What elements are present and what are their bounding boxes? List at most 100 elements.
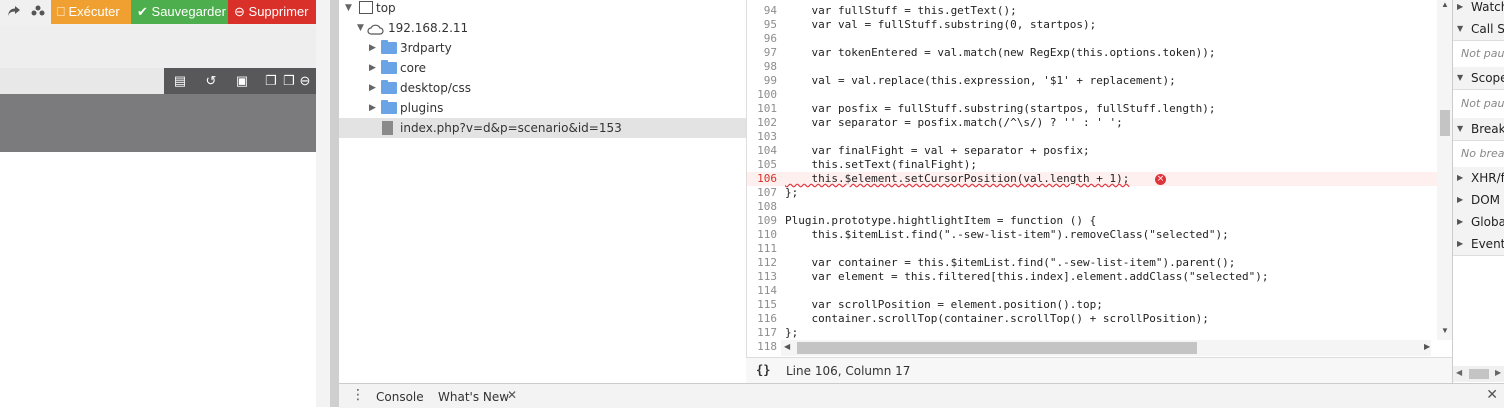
- code-line: var scrollPosition = element.position().…: [785, 298, 1103, 311]
- line-number[interactable]: 113: [747, 270, 777, 284]
- section-global[interactable]: ▶ Global: [1453, 211, 1504, 234]
- line-number[interactable]: 103: [747, 130, 777, 144]
- tree-item-host[interactable]: ▼ 192.168.2.11: [339, 18, 746, 38]
- line-number[interactable]: 110: [747, 228, 777, 242]
- tree-item-3rdparty[interactable]: ▶ 3rdparty: [339, 38, 746, 58]
- code-line: var fullStuff = this.getText();: [785, 4, 1017, 17]
- scroll-left-icon[interactable]: ◀: [1456, 368, 1462, 377]
- tree-item-desktop-css[interactable]: ▶ desktop/css: [339, 78, 746, 98]
- line-number[interactable]: 116: [747, 312, 777, 326]
- splitter-line: [330, 0, 339, 407]
- line-number[interactable]: 107: [747, 186, 777, 200]
- tab-console[interactable]: Console: [376, 390, 424, 404]
- scroll-down-icon[interactable]: ▼: [1441, 326, 1449, 335]
- folder-icon: [381, 40, 397, 54]
- users-icon[interactable]: [26, 0, 50, 24]
- code-line: container.scrollTop(container.scrollTop(…: [785, 312, 1209, 325]
- line-number[interactable]: 106: [747, 172, 777, 186]
- section-call-stack[interactable]: ▼ Call St: [1453, 18, 1504, 41]
- tree-item-index-php[interactable]: index.php?v=d&p=scenario&id=153: [339, 118, 746, 138]
- scope-empty: Not paus: [1461, 97, 1504, 110]
- code-line: this.setText(finalFight);: [785, 158, 978, 171]
- sidebar-hscrollbar[interactable]: ◀ ▶: [1453, 366, 1504, 382]
- line-number[interactable]: 112: [747, 256, 777, 270]
- line-number[interactable]: 114: [747, 284, 777, 298]
- line-number[interactable]: 117: [747, 326, 777, 340]
- code-line: var val = fullStuff.substring(0, startpo…: [785, 18, 1097, 31]
- line-number[interactable]: 95: [747, 18, 777, 32]
- section-watch[interactable]: ▶ Watch: [1453, 0, 1504, 19]
- chevron-down-icon: ▼: [345, 3, 352, 13]
- scroll-right-icon[interactable]: ▶: [1424, 342, 1430, 351]
- sidebar-scroll-thumb[interactable]: [1469, 369, 1489, 379]
- breakpoints-empty: No break: [1461, 147, 1504, 160]
- delete-button[interactable]: ⊖ Supprimer: [228, 0, 325, 24]
- tab-whats-new[interactable]: What's New: [438, 390, 509, 404]
- execute-button[interactable]: ⎕ Exécuter: [51, 0, 141, 24]
- save-label: Sauvegarder: [151, 4, 226, 19]
- pretty-print-icon[interactable]: {}: [756, 363, 770, 377]
- code-line: };: [785, 326, 799, 339]
- tree-label: top: [376, 1, 396, 15]
- line-number[interactable]: 108: [747, 200, 777, 214]
- line-number[interactable]: 115: [747, 298, 777, 312]
- line-number[interactable]: 99: [747, 74, 777, 88]
- execute-label: Exécuter: [68, 4, 120, 19]
- line-number[interactable]: 101: [747, 102, 777, 116]
- share-icon[interactable]: [2, 0, 26, 24]
- section-dom[interactable]: ▶ DOM B: [1453, 189, 1504, 212]
- cursor-position: Line 106, Column 17: [786, 364, 911, 378]
- close-drawer-icon[interactable]: ✕: [1486, 387, 1498, 403]
- chevron-right-icon: ▶: [1457, 195, 1464, 204]
- check-circle-icon: ✔: [137, 4, 148, 19]
- section-scope[interactable]: ▼ Scope: [1453, 67, 1504, 90]
- error-icon[interactable]: ×: [1155, 174, 1166, 185]
- vertical-scroll-thumb[interactable]: [1440, 110, 1450, 136]
- tree-item-top[interactable]: ▼ top: [339, 0, 746, 18]
- minus-circle-icon[interactable]: ⊖: [294, 68, 316, 94]
- chevron-right-icon: ▶: [1457, 173, 1464, 182]
- scroll-left-icon[interactable]: ◀: [784, 342, 790, 351]
- chevron-right-icon: ▶: [1457, 2, 1464, 11]
- line-number[interactable]: 98: [747, 60, 777, 74]
- save-button[interactable]: ✔ Sauvegarder: [131, 0, 238, 24]
- history-icon[interactable]: ↺: [200, 68, 222, 94]
- line-number[interactable]: 102: [747, 116, 777, 130]
- section-label: DOM B: [1471, 193, 1504, 207]
- tree-item-core[interactable]: ▶ core: [339, 58, 746, 78]
- section-label: Scope: [1471, 71, 1504, 85]
- splitter[interactable]: [316, 0, 330, 407]
- horizontal-scroll-thumb[interactable]: [797, 342, 1197, 354]
- line-number[interactable]: 109: [747, 214, 777, 228]
- delete-label: Supprimer: [248, 4, 309, 19]
- scroll-right-icon[interactable]: ▶: [1495, 368, 1501, 377]
- section-xhr[interactable]: ▶ XHR/fe: [1453, 167, 1504, 190]
- section-label: Call St: [1471, 22, 1504, 36]
- line-number[interactable]: 94: [747, 4, 777, 18]
- minus-circle-icon: ⊖: [234, 4, 245, 19]
- line-number[interactable]: 118: [747, 340, 777, 354]
- line-number[interactable]: 104: [747, 144, 777, 158]
- more-vertical-icon[interactable]: ⋮: [351, 387, 365, 403]
- section-event[interactable]: ▶ Event: [1453, 233, 1504, 256]
- section-breakpoints[interactable]: ▼ Breakp: [1453, 118, 1504, 141]
- tree-label: core: [400, 61, 426, 75]
- line-number[interactable]: 105: [747, 158, 777, 172]
- gamepad-icon: ⎕: [57, 4, 65, 19]
- line-number[interactable]: 100: [747, 88, 777, 102]
- list-icon[interactable]: ▤: [169, 68, 191, 94]
- chevron-right-icon: ▶: [1457, 239, 1464, 248]
- line-number[interactable]: 111: [747, 242, 777, 256]
- close-tab-icon[interactable]: ✕: [507, 388, 517, 402]
- section-label: XHR/fe: [1471, 171, 1504, 185]
- vertical-scrollbar[interactable]: [1437, 0, 1453, 340]
- chevron-right-icon: ▶: [369, 63, 376, 73]
- code-editor[interactable]: 94 var fullStuff = this.getText(); 95 var…: [746, 0, 1453, 357]
- scroll-up-icon[interactable]: ▲: [1441, 0, 1449, 9]
- line-number[interactable]: 96: [747, 32, 777, 46]
- app-toolbar: ⎕ Exécuter ✔ Sauvegarder ⊖ Supprimer: [0, 0, 325, 26]
- line-number[interactable]: 97: [747, 46, 777, 60]
- cube-icon[interactable]: ▣: [231, 68, 253, 94]
- code-line: Plugin.prototype.hightlightItem = functi…: [785, 214, 1097, 227]
- tree-item-plugins[interactable]: ▶ plugins: [339, 98, 746, 118]
